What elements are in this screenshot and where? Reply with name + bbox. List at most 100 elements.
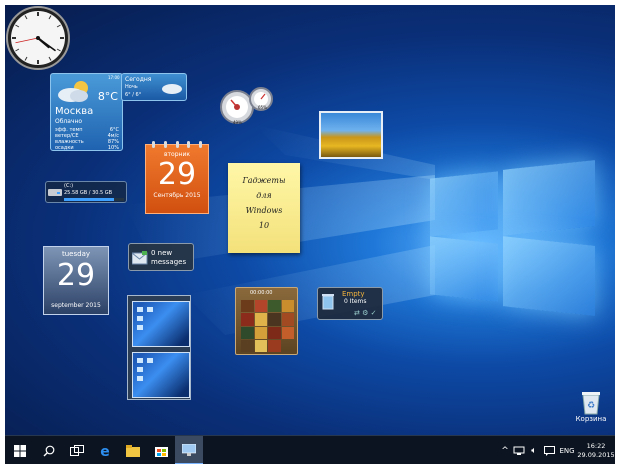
weather-gadget[interactable]: 8°C Москва Облачно эфф. темп 6°C ветер/СЕ… — [50, 73, 123, 151]
weather-today-temps: 6° / 6° — [125, 92, 142, 98]
puzzle-tile[interactable] — [268, 326, 281, 339]
cloud-sun-icon — [58, 81, 88, 102]
sticky-line: для — [256, 191, 272, 200]
explorer-icon — [126, 444, 140, 457]
sticky-line: 10 — [258, 221, 270, 230]
volume-icon[interactable]: 🔈︎ — [527, 436, 541, 464]
sticky-line: Гаджеты — [242, 176, 286, 185]
edge-button[interactable]: e — [91, 436, 119, 464]
show-hidden-icons[interactable]: ^ — [499, 436, 511, 464]
sticky-line: Windows — [245, 206, 283, 215]
windows-logo-pane-bl — [430, 236, 498, 302]
calendar-rings — [152, 141, 202, 148]
active-app-icon — [182, 443, 196, 456]
notifications-icon[interactable] — [542, 436, 556, 464]
puzzle-tile[interactable] — [254, 300, 267, 313]
desktop-preview-gadget[interactable] — [127, 295, 191, 400]
picture-puzzle-gadget[interactable]: 00:00:00 — [235, 287, 298, 355]
mail-gadget[interactable]: 0 new messages — [128, 243, 194, 271]
refresh-icon[interactable]: ⇄ — [354, 309, 360, 317]
edge-icon: e — [100, 444, 110, 458]
calendar-en-gadget[interactable]: tuesday 29 september 2015 — [43, 246, 109, 315]
sticky-note-gadget[interactable]: Гаджеты для Windows 10 — [228, 163, 300, 253]
active-app-button[interactable] — [175, 436, 203, 464]
taskbar-date: 29.09.2015 — [577, 450, 615, 459]
puzzle-tile[interactable] — [282, 340, 295, 352]
explorer-button[interactable] — [119, 436, 147, 464]
desktop-thumbnail[interactable] — [132, 352, 190, 398]
recycle-actions: ⇄ ⚙ ✓ — [354, 309, 377, 317]
cpu-meter-gadget[interactable] — [219, 85, 279, 127]
store-button[interactable] — [147, 436, 175, 464]
envelope-icon — [132, 251, 148, 265]
desktop-thumbnail[interactable] — [132, 301, 190, 347]
desktop[interactable]: 8°C Москва Облачно эфф. темп 6°C ветер/СЕ… — [5, 5, 615, 464]
windows-logo-pane-tl — [430, 171, 498, 237]
hard-drive-icon — [48, 189, 62, 196]
recycle-bin-label: Корзина — [575, 415, 607, 423]
puzzle-tile[interactable] — [268, 313, 281, 326]
weather-row: осадки 10% — [55, 145, 119, 151]
drive-meter-gadget[interactable]: (C:) 25.58 GB / 30.5 GB — [45, 181, 127, 203]
svg-text:♻: ♻ — [587, 401, 595, 411]
puzzle-tile[interactable] — [254, 326, 267, 339]
windows-logo-pane-tr — [503, 160, 595, 236]
mail-count: 0 new — [151, 249, 173, 257]
puzzle-tile[interactable] — [254, 313, 267, 326]
calendar-month: Сентябрь 2015 — [153, 192, 201, 199]
puzzle-tile[interactable] — [241, 313, 254, 326]
puzzle-tile[interactable] — [268, 339, 281, 352]
recycle-bin-gadget[interactable]: Empty 0 Items ⇄ ⚙ ✓ — [317, 287, 383, 320]
weather-night-label: Ночь — [125, 84, 138, 90]
cloud-icon — [162, 84, 182, 94]
weather-top-time: 17:00 — [108, 75, 120, 80]
desktop-recycle-bin[interactable]: ♻ Корзина — [569, 389, 613, 429]
puzzle-tile[interactable] — [281, 326, 294, 339]
puzzle-tile[interactable] — [241, 326, 254, 339]
taskbar-time: 16:22 — [586, 441, 606, 450]
puzzle-tile[interactable] — [281, 313, 294, 326]
calendar-day: 29 — [157, 157, 197, 192]
puzzle-grid[interactable] — [241, 300, 294, 352]
calendar-en-day: 29 — [56, 258, 96, 293]
drive-usage-bar — [64, 198, 124, 201]
store-icon — [154, 447, 168, 457]
calendar-ru-gadget[interactable]: вторник 29 Сентябрь 2015 — [145, 141, 209, 214]
puzzle-tile[interactable] — [241, 300, 254, 313]
windows-start-icon — [14, 444, 26, 457]
puzzle-tile[interactable] — [268, 300, 281, 313]
settings-icon[interactable]: ⚙ — [362, 309, 368, 317]
weather-forecast-panel[interactable]: 17:00 Сегодня Ночь 6° / 6° — [108, 73, 187, 101]
cpu-gauge-value: 49% — [233, 120, 242, 125]
weather-condition: Облачно — [55, 118, 83, 125]
mem-gauge-value: 65% — [258, 105, 267, 110]
calendar-en-month: september 2015 — [51, 302, 101, 309]
drive-space: 25.58 GB / 30.5 GB — [64, 190, 113, 196]
slideshow-photo-gadget[interactable] — [319, 111, 383, 159]
weather-today-label: Сегодня — [125, 76, 152, 83]
mail-label: messages — [151, 258, 187, 266]
search-icon — [43, 445, 55, 456]
taskbar-clock[interactable]: 16:22 29.09.2015 — [577, 436, 615, 464]
calendar-en-weekday: tuesday — [61, 250, 90, 258]
recycle-items: 0 Items — [344, 298, 367, 305]
language-indicator[interactable]: ENG — [556, 436, 578, 464]
check-icon[interactable]: ✓ — [371, 309, 377, 317]
search-button[interactable] — [35, 436, 63, 464]
drive-usage-fill — [64, 198, 115, 201]
windows-logo-pane-br — [503, 236, 595, 316]
recycle-bin-icon: ♻ — [582, 392, 600, 415]
weather-temp: 8°C — [97, 90, 118, 103]
puzzle-tile[interactable] — [241, 339, 254, 352]
puzzle-tile[interactable] — [254, 339, 267, 352]
puzzle-tile[interactable] — [281, 300, 294, 313]
analog-clock-gadget[interactable] — [5, 5, 71, 71]
drive-label: (C:) — [64, 183, 74, 189]
weather-city: Москва — [55, 106, 94, 117]
start-button[interactable] — [5, 436, 35, 464]
trash-icon — [322, 294, 334, 310]
task-view-icon — [70, 445, 84, 456]
weather-rows: эфф. темп 6°C ветер/СЕ 4м/с влажность 87% о… — [55, 127, 119, 151]
task-view-button[interactable] — [63, 436, 91, 464]
network-icon[interactable] — [512, 436, 526, 464]
